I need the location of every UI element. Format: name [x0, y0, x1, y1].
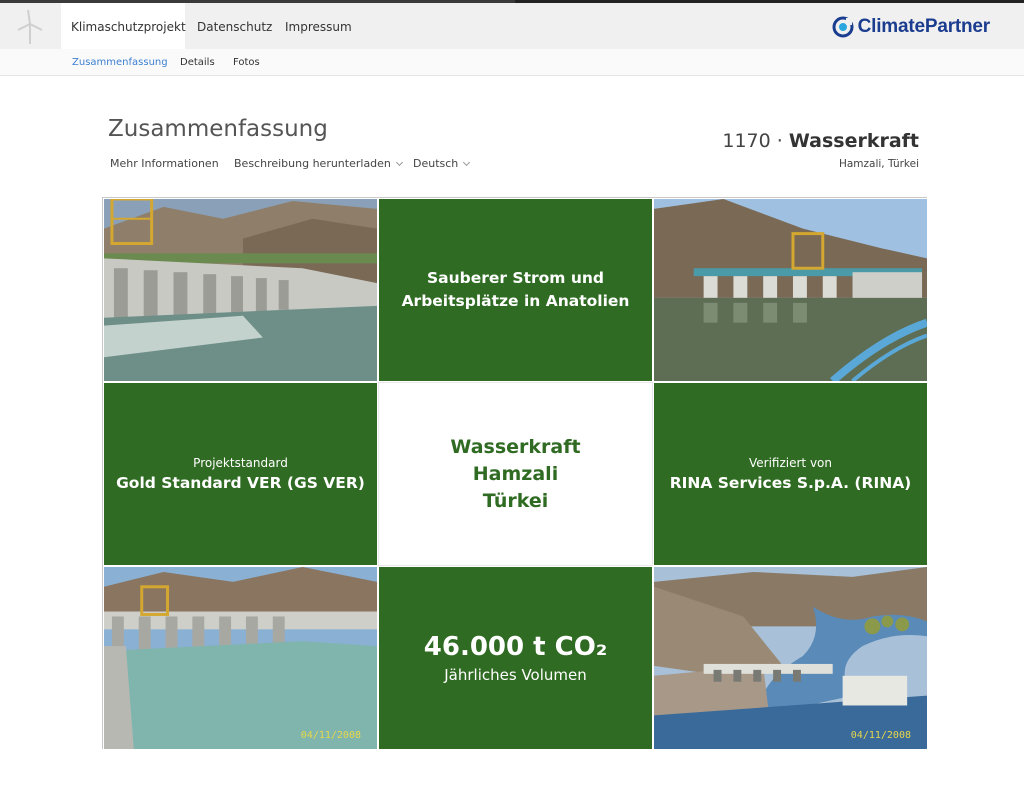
- verification-tile: Verifiziert von RINA Services S.p.A. (RI…: [653, 382, 928, 566]
- project-type: Wasserkraft: [788, 130, 919, 152]
- tab-label: Datenschutz: [197, 20, 273, 34]
- project-name-line-2: Hamzali: [472, 462, 559, 485]
- project-summary-grid: Sauberer Strom und Arbeitsplätze in Anat…: [102, 197, 928, 750]
- project-name-tile: Wasserkraft Hamzali Türkei: [378, 382, 653, 566]
- chevron-down-icon: [463, 158, 471, 167]
- photo-date-stamp: 04/11/2008: [300, 730, 361, 741]
- subnav-zusammenfassung[interactable]: Zusammenfassung: [72, 49, 168, 76]
- subnav-details[interactable]: Details: [180, 49, 215, 76]
- chevron-down-icon: [395, 158, 403, 167]
- project-photo-spillway: [103, 198, 378, 382]
- project-standard-tile: Projektstandard Gold Standard VER (GS VE…: [103, 382, 378, 566]
- annual-volume-label: Jährliches Volumen: [444, 666, 587, 684]
- more-info-link[interactable]: Mehr Informationen: [110, 157, 219, 170]
- project-name-line-1: Wasserkraft: [450, 435, 581, 458]
- brand-name: ClimatePartner: [857, 16, 991, 37]
- headline-line-1: Sauberer Strom und: [426, 269, 605, 287]
- download-label: Beschreibung herunterladen: [234, 157, 391, 170]
- verified-value: RINA Services S.p.A. (RINA): [669, 474, 912, 492]
- annual-volume-tile: 46.000 t CO₂ Jährliches Volumen: [378, 566, 653, 750]
- project-photo-reservoir: 04/11/2008: [103, 566, 378, 750]
- language-dropdown[interactable]: Deutsch: [413, 157, 471, 170]
- page-title: Zusammenfassung: [108, 116, 328, 142]
- verified-label: Verifiziert von: [748, 456, 832, 470]
- language-label: Deutsch: [413, 157, 459, 170]
- wind-turbine-icon[interactable]: [0, 3, 60, 49]
- sub-navigation: Zusammenfassung Details Fotos: [0, 49, 1024, 76]
- project-name-line-3: Türkei: [482, 489, 549, 512]
- top-navigation: Klimaschutzprojekt Datenschutz Impressum…: [0, 3, 1024, 49]
- headline-tile: Sauberer Strom und Arbeitsplätze in Anat…: [378, 198, 653, 382]
- more-info-label: Mehr Informationen: [110, 157, 219, 170]
- project-id: 1170 · Wasserkraft: [722, 130, 919, 152]
- tab-label: Impressum: [285, 20, 352, 34]
- standard-label: Projektstandard: [193, 456, 288, 470]
- tab-datenschutz[interactable]: Datenschutz: [187, 3, 282, 49]
- climatepartner-icon: [832, 16, 854, 38]
- standard-value: Gold Standard VER (GS VER): [116, 474, 365, 492]
- project-photo-dam-reflection: [653, 198, 928, 382]
- annual-volume-value: 46.000 t CO₂: [423, 632, 608, 662]
- tab-impressum[interactable]: Impressum: [275, 3, 362, 49]
- tab-klimaschutzprojekt[interactable]: Klimaschutzprojekt: [61, 3, 186, 49]
- project-number: 1170 ·: [722, 130, 783, 152]
- photo-date-stamp: 04/11/2008: [850, 730, 911, 741]
- tab-label: Klimaschutzprojekt: [71, 20, 186, 34]
- project-location: Hamzali, Türkei: [838, 158, 919, 170]
- subnav-fotos[interactable]: Fotos: [233, 49, 260, 76]
- climatepartner-logo[interactable]: ClimatePartner: [832, 15, 990, 39]
- headline-line-2: Arbeitsplätze in Anatolien: [401, 292, 630, 310]
- project-photo-river-aerial: 04/11/2008: [653, 566, 928, 750]
- download-description-dropdown[interactable]: Beschreibung herunterladen: [234, 157, 403, 170]
